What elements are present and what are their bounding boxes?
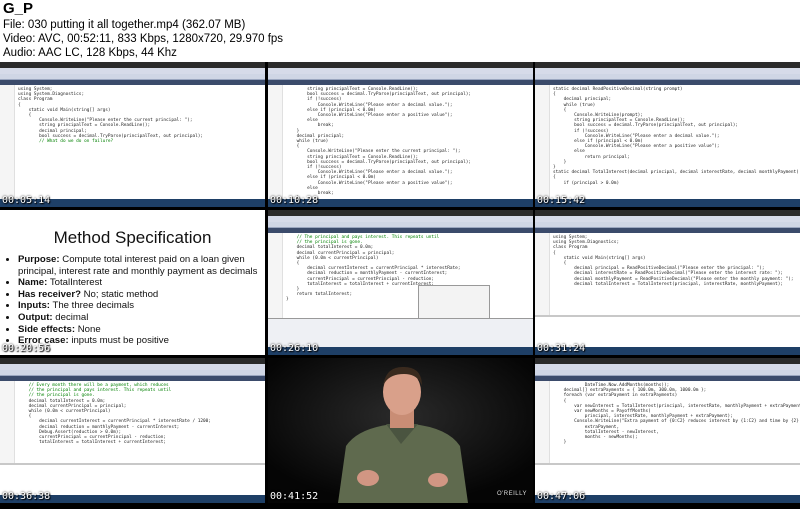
bullet-error-case: Error case: inputs must be positive (18, 335, 265, 347)
bullet-inputs: Inputs: The three decimals (18, 300, 265, 312)
timestamp: 00:47:06 (537, 491, 586, 502)
bullet-purpose: Purpose: Compute total interest paid on … (18, 254, 265, 277)
timestamp: 00:41:52 (270, 491, 319, 502)
code-editor: static decimal ReadPositiveDecimal(strin… (553, 87, 799, 186)
thumbnail-9[interactable]: DateTime.Now.AddMonths(months)); decimal… (535, 358, 800, 503)
thumbnail-8-presenter[interactable]: O'REILLY 00:41:52 (268, 358, 533, 503)
bullet-side-effects: Side effects: None (18, 324, 265, 336)
code-line: static decimal TotalInterest(decimal pri… (553, 170, 799, 176)
thumbnail-7[interactable]: // Every month there will be a payment, … (0, 358, 265, 503)
timestamp: 00:31:24 (537, 343, 586, 354)
timestamp: 00:20:56 (2, 343, 51, 354)
file-line: File: 030 putting it all together.mp4 (3… (3, 19, 246, 31)
timestamp: 00:10:28 (270, 195, 319, 206)
code-line: if (principal > 0.0m) (553, 180, 620, 186)
thumbnail-1[interactable]: using System; using System.Diagnostics; cl… (0, 62, 265, 207)
timestamp: 00:36:38 (2, 491, 51, 502)
presenter-image (268, 358, 533, 503)
code-line: // What do we do on failure? (18, 139, 114, 145)
thumbnail-5[interactable]: // The principal and pays interest. This… (268, 210, 533, 355)
header-title: G_P (3, 0, 34, 17)
timestamp: 00:05:14 (2, 195, 51, 206)
timestamp: 00:15:42 (537, 195, 586, 206)
code-line: totalInterest = totalInterest + currentI… (18, 440, 167, 446)
code-line: } (553, 440, 567, 446)
code-editor: string principalText = Console.ReadLine(… (286, 87, 529, 201)
bullet-receiver: Has receiver? No; static method (18, 289, 265, 301)
code-line: decimal totalInterest = TotalInterest(pr… (553, 281, 783, 287)
slide-bullets: Purpose: Compute total interest paid on … (6, 254, 265, 347)
code-editor: using System; using System.Diagnostics; cl… (18, 87, 261, 144)
code-editor: DateTime.Now.AddMonths(months)); decimal… (553, 383, 800, 446)
code-line: } (286, 297, 289, 303)
code-line: decimal interestRate = ReadPositiveDecim… (553, 271, 783, 277)
slide-title: Method Specification (53, 228, 212, 247)
thumbnail-6[interactable]: using System; using System.Diagnostics; cl… (535, 210, 800, 355)
code-line: Console.WriteLine("Extra payment of {0:C… (553, 419, 800, 425)
code-editor: // Every month there will be a payment, … (18, 383, 261, 445)
file-info-header: G_P File: 030 putting it all together.mp… (0, 0, 800, 62)
bullet-output: Output: decimal (18, 312, 265, 324)
thumbnail-3[interactable]: static decimal ReadPositiveDecimal(strin… (535, 62, 800, 207)
code-editor: using System; using System.Diagnostics; cl… (553, 235, 796, 287)
thumbnail-2[interactable]: string principalText = Console.ReadLine(… (268, 62, 533, 207)
audio-line: Audio: AAC LC, 128 Kbps, 44 Khz (3, 47, 177, 59)
bullet-name: Name: TotalInterest (18, 277, 265, 289)
thumbnail-grid: using System; using System.Diagnostics; cl… (0, 62, 800, 509)
thumbnail-4-slide[interactable]: Method Specification Purpose: Compute to… (0, 210, 265, 355)
oreilly-logo: O'REILLY (496, 491, 527, 497)
video-line: Video: AVC, 00:52:11, 833 Kbps, 1280x720… (3, 33, 284, 45)
timestamp: 00:26:10 (270, 343, 319, 354)
code-editor: // The principal and pays interest. This… (286, 235, 529, 303)
